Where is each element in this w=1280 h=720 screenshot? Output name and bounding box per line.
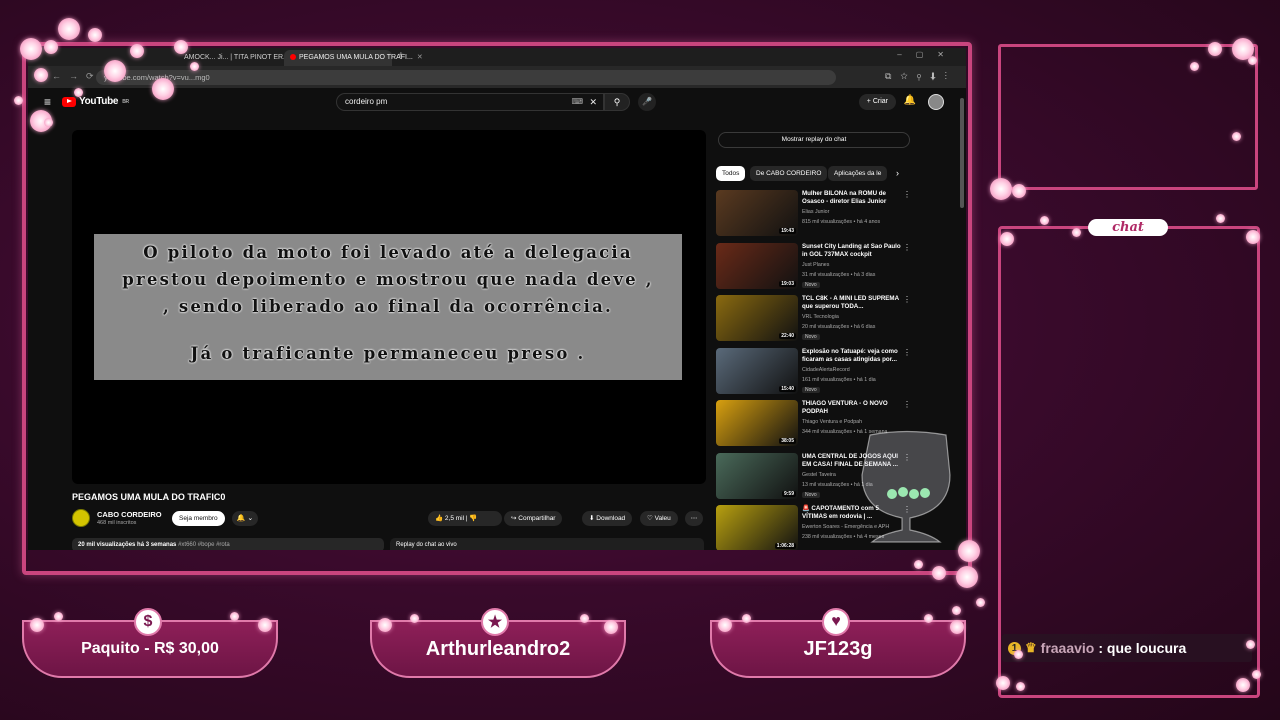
blossom-icon [130, 44, 144, 58]
blossom-icon [1232, 132, 1241, 141]
blossom-icon [1248, 56, 1257, 65]
blossom-icon [1246, 640, 1255, 649]
blossom-icon [956, 566, 978, 588]
blossom-icon [44, 118, 53, 127]
chat-frame [998, 226, 1260, 698]
chat-username: fraaavio [1040, 640, 1095, 656]
heart-icon: ♥ [822, 608, 850, 636]
blossom-icon [952, 606, 961, 615]
crown-icon: ♛ [1025, 640, 1037, 655]
blossom-icon [932, 566, 946, 580]
blossom-icon [1246, 230, 1260, 244]
blossom-icon [1208, 42, 1222, 56]
blossom-icon [104, 60, 126, 82]
blossom-icon [14, 96, 23, 105]
chat-text: : que loucura [1098, 640, 1187, 656]
blossom-icon [1072, 228, 1081, 237]
blossom-icon [20, 38, 42, 60]
blossom-icon [34, 68, 48, 82]
blossom-icon [976, 598, 985, 607]
blossom-icon [950, 620, 964, 634]
blossom-icon [580, 614, 589, 623]
blossom-icon [74, 88, 83, 97]
blossom-icon [718, 618, 732, 632]
blossom-icon [54, 612, 63, 621]
blossom-icon [258, 618, 272, 632]
blossom-icon [378, 618, 392, 632]
blossom-icon [604, 620, 618, 634]
blossom-icon [1040, 216, 1049, 225]
blossom-icon [1016, 682, 1025, 691]
blossom-icon [1012, 184, 1026, 198]
blossom-icon [1014, 650, 1023, 659]
dollar-icon: $ [134, 608, 162, 636]
blossom-icon [1236, 678, 1250, 692]
blossom-icon [30, 618, 44, 632]
blossom-icon [1216, 214, 1225, 223]
blossom-icon [44, 40, 58, 54]
blossom-icon [190, 62, 199, 71]
blossom-icon [996, 676, 1010, 690]
webcam-frame [998, 44, 1258, 190]
goblet-decoration [861, 430, 951, 543]
blossom-icon [58, 18, 80, 40]
chat-tab-label: chat [1088, 219, 1168, 236]
blossom-icon [1000, 232, 1014, 246]
blossom-icon [152, 78, 174, 100]
star-icon: ★ [481, 608, 509, 636]
main-screen-frame [22, 42, 972, 575]
blossom-icon [924, 614, 933, 623]
blossom-icon [742, 614, 751, 623]
blossom-icon [990, 178, 1012, 200]
blossom-icon [230, 612, 239, 621]
blossom-icon [88, 28, 102, 42]
blossom-icon [1252, 670, 1261, 679]
blossom-icon [914, 560, 923, 569]
blossom-icon [958, 540, 980, 562]
blossom-icon [174, 40, 188, 54]
blossom-icon [410, 614, 419, 623]
blossom-icon [1190, 62, 1199, 71]
chat-message: 1 ♛ fraaavio : que loucura [1002, 634, 1252, 662]
